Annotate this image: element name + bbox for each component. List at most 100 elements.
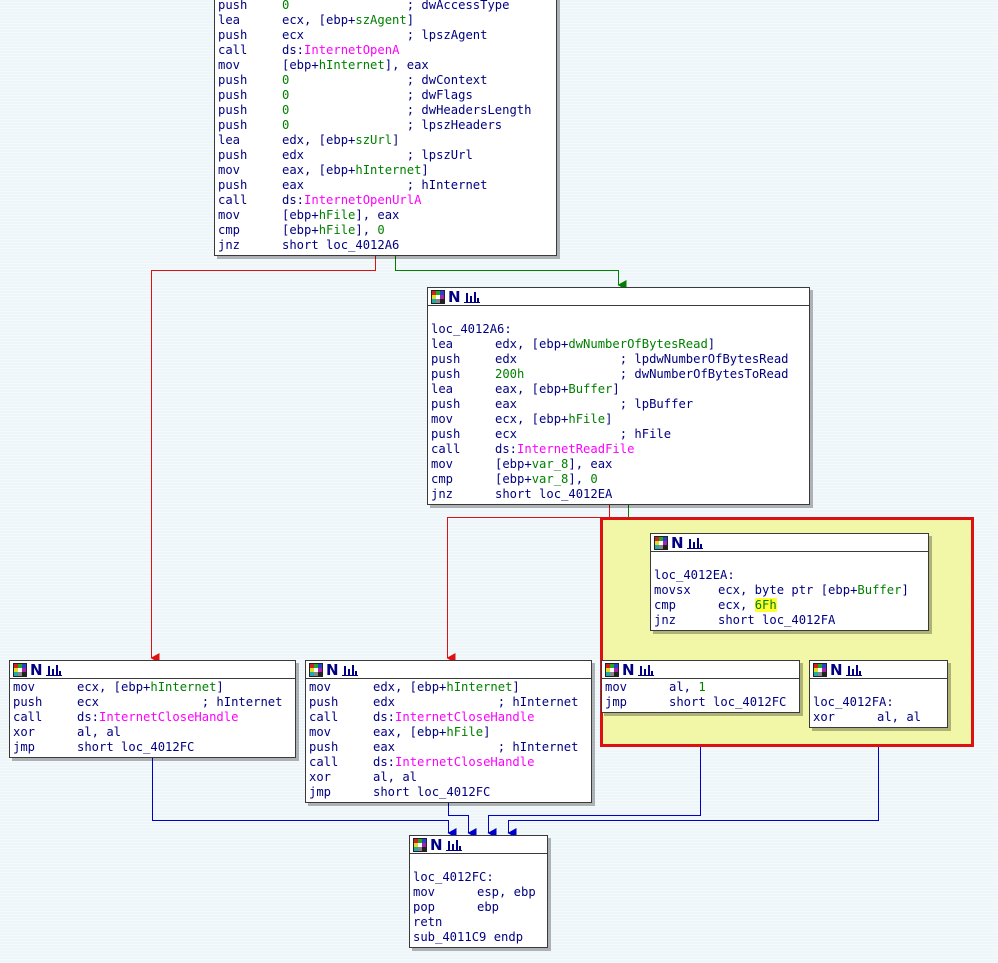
code-label[interactable]: loc_4012FC: bbox=[413, 870, 494, 884]
asm-line[interactable]: push eax ; hInternet bbox=[218, 178, 553, 193]
asm-line[interactable]: jnz short loc_4012FA bbox=[654, 613, 925, 628]
asm-line[interactable] bbox=[413, 855, 544, 870]
asm-line[interactable]: xor al, al bbox=[13, 725, 292, 740]
asm-line[interactable]: call ds:InternetReadFile bbox=[431, 442, 806, 457]
variable-name[interactable]: hInternet bbox=[150, 680, 216, 694]
asm-line[interactable]: mov esp, ebp bbox=[413, 885, 544, 900]
asm-line[interactable]: retn bbox=[413, 915, 544, 930]
asm-line[interactable]: cmp [ebp+hFile], 0 bbox=[218, 223, 553, 238]
graph-overview-icon[interactable] bbox=[341, 663, 358, 676]
asm-line[interactable]: mov eax, [ebp+hInternet] bbox=[218, 163, 553, 178]
asm-line[interactable]: push edx ; lpszUrl bbox=[218, 148, 553, 163]
asm-line[interactable]: push 0 ; dwFlags bbox=[218, 88, 553, 103]
api-name[interactable]: InternetCloseHandle bbox=[395, 710, 534, 724]
variable-name[interactable]: hFile bbox=[319, 208, 356, 222]
asm-line[interactable]: push 0 ; dwHeadersLength bbox=[218, 103, 553, 118]
asm-line[interactable]: pop ebp bbox=[413, 900, 544, 915]
asm-line[interactable]: mov edx, [ebp+hInternet] bbox=[309, 680, 588, 695]
asm-line[interactable]: lea ecx, [ebp+szAgent] bbox=[218, 13, 553, 28]
asm-line[interactable]: xor al, al bbox=[309, 770, 588, 785]
code-label[interactable]: loc_4012EA: bbox=[654, 568, 735, 582]
variable-name[interactable]: hFile bbox=[568, 412, 605, 426]
asm-line[interactable]: call ds:InternetOpenA bbox=[218, 43, 553, 58]
asm-line[interactable]: push edx ; hInternet bbox=[309, 695, 588, 710]
code-block-close-internet[interactable]: N mov ecx, [ebp+hInternet] push ecx ; hInte… bbox=[9, 660, 296, 758]
asm-line[interactable]: mov al, 1 bbox=[605, 680, 796, 695]
asm-line[interactable]: loc_4012A6: bbox=[431, 322, 806, 337]
code-block-loc-4012a6[interactable]: N loc_4012A6: lea edx, [ebp+dwNumberOfByte… bbox=[427, 287, 810, 505]
asm-line[interactable]: lea eax, [ebp+Buffer] bbox=[431, 382, 806, 397]
asm-line[interactable]: push 0 ; dwAccessType bbox=[218, 0, 553, 13]
asm-line[interactable]: cmp ecx, 6Fh bbox=[654, 598, 925, 613]
block-color-icon[interactable] bbox=[654, 535, 668, 550]
asm-line[interactable]: mov ecx, [ebp+hFile] bbox=[431, 412, 806, 427]
code-label[interactable]: loc_4012FA: bbox=[813, 695, 894, 709]
graph-overview-icon[interactable] bbox=[845, 663, 862, 676]
asm-line[interactable]: lea edx, [ebp+dwNumberOfBytesRead] bbox=[431, 337, 806, 352]
asm-line[interactable]: mov [ebp+hFile], eax bbox=[218, 208, 553, 223]
block-color-icon[interactable] bbox=[413, 837, 427, 852]
asm-line[interactable]: push eax ; hInternet bbox=[309, 740, 588, 755]
asm-line[interactable]: push 200h ; dwNumberOfBytesToRead bbox=[431, 367, 806, 382]
variable-name[interactable]: var_8 bbox=[532, 472, 569, 486]
block-color-icon[interactable] bbox=[605, 662, 619, 677]
asm-line[interactable]: lea edx, [ebp+szUrl] bbox=[218, 133, 553, 148]
asm-line[interactable]: cmp [ebp+var_8], 0 bbox=[431, 472, 806, 487]
code-block-return-true[interactable]: N mov al, 1 jmp short loc_4012FC bbox=[601, 660, 800, 713]
api-name[interactable]: InternetOpenA bbox=[304, 43, 399, 57]
variable-name[interactable]: hInternet bbox=[446, 680, 512, 694]
code-block-loc-4012fc[interactable]: N loc_4012FC: mov esp, ebp pop ebp retn sub_40… bbox=[409, 835, 548, 948]
api-name[interactable]: InternetOpenUrlA bbox=[304, 193, 421, 207]
asm-line[interactable]: jmp short loc_4012FC bbox=[605, 695, 796, 710]
asm-line[interactable]: loc_4012FC: bbox=[413, 870, 544, 885]
asm-line[interactable]: push ecx ; hInternet bbox=[13, 695, 292, 710]
asm-line[interactable]: jnz short loc_4012A6 bbox=[218, 238, 553, 253]
asm-line[interactable]: push edx ; lpdwNumberOfBytesRead bbox=[431, 352, 806, 367]
asm-line[interactable]: movsx ecx, byte ptr [ebp+Buffer] bbox=[654, 583, 925, 598]
code-block-loc-4012fa[interactable]: N loc_4012FA: xor al, al bbox=[809, 660, 948, 728]
block-color-icon[interactable] bbox=[813, 662, 827, 677]
asm-line[interactable]: loc_4012FA: bbox=[813, 695, 944, 710]
asm-line[interactable]: mov ecx, [ebp+hInternet] bbox=[13, 680, 292, 695]
asm-line[interactable]: push 0 ; dwContext bbox=[218, 73, 553, 88]
asm-line[interactable]: jmp short loc_4012FC bbox=[309, 785, 588, 800]
variable-name[interactable]: szAgent bbox=[355, 13, 406, 27]
variable-name[interactable]: var_8 bbox=[532, 457, 569, 471]
variable-name[interactable]: hFile bbox=[319, 223, 356, 237]
asm-line[interactable]: push 0 ; lpszHeaders bbox=[218, 118, 553, 133]
asm-line[interactable]: push ecx ; hFile bbox=[431, 427, 806, 442]
api-name[interactable]: InternetCloseHandle bbox=[395, 755, 534, 769]
block-color-icon[interactable] bbox=[431, 289, 445, 304]
code-block-entry[interactable]: push 0 ; dwAccessType lea ecx, [ebp+szAgent… bbox=[214, 0, 557, 256]
variable-name[interactable]: dwNumberOfBytesRead bbox=[568, 337, 707, 351]
asm-line[interactable]: call ds:InternetCloseHandle bbox=[309, 755, 588, 770]
graph-overview-icon[interactable] bbox=[686, 536, 703, 549]
asm-line[interactable]: call ds:InternetCloseHandle bbox=[13, 710, 292, 725]
asm-line[interactable]: push eax ; lpBuffer bbox=[431, 397, 806, 412]
asm-line[interactable]: call ds:InternetOpenUrlA bbox=[218, 193, 553, 208]
asm-line[interactable]: loc_4012EA: bbox=[654, 568, 925, 583]
asm-line[interactable]: xor al, al bbox=[813, 710, 944, 725]
asm-line[interactable]: jnz short loc_4012EA bbox=[431, 487, 806, 502]
variable-name[interactable]: Buffer bbox=[568, 382, 612, 396]
api-name[interactable]: InternetCloseHandle bbox=[99, 710, 238, 724]
asm-line[interactable] bbox=[813, 680, 944, 695]
variable-name[interactable]: hFile bbox=[446, 725, 483, 739]
code-block-close-both[interactable]: N mov edx, [ebp+hInternet] push edx ; hInte… bbox=[305, 660, 592, 803]
asm-line[interactable]: mov [ebp+var_8], eax bbox=[431, 457, 806, 472]
graph-overview-icon[interactable] bbox=[637, 663, 654, 676]
asm-line[interactable]: jmp short loc_4012FC bbox=[13, 740, 292, 755]
variable-name[interactable]: szUrl bbox=[355, 133, 392, 147]
asm-line[interactable]: mov eax, [ebp+hFile] bbox=[309, 725, 588, 740]
graph-overview-icon[interactable] bbox=[45, 663, 62, 676]
code-block-loc-4012ea[interactable]: N loc_4012EA: movsx ecx, byte ptr [ebp+Buf… bbox=[650, 533, 929, 631]
variable-name[interactable]: Buffer bbox=[857, 583, 901, 597]
asm-line[interactable]: call ds:InternetCloseHandle bbox=[309, 710, 588, 725]
block-color-icon[interactable] bbox=[309, 662, 323, 677]
asm-line[interactable] bbox=[654, 553, 925, 568]
asm-line[interactable]: push ecx ; lpszAgent bbox=[218, 28, 553, 43]
asm-line[interactable] bbox=[431, 307, 806, 322]
variable-name[interactable]: hInternet bbox=[355, 163, 421, 177]
api-name[interactable]: InternetReadFile bbox=[517, 442, 634, 456]
code-label[interactable]: loc_4012A6: bbox=[431, 322, 512, 336]
